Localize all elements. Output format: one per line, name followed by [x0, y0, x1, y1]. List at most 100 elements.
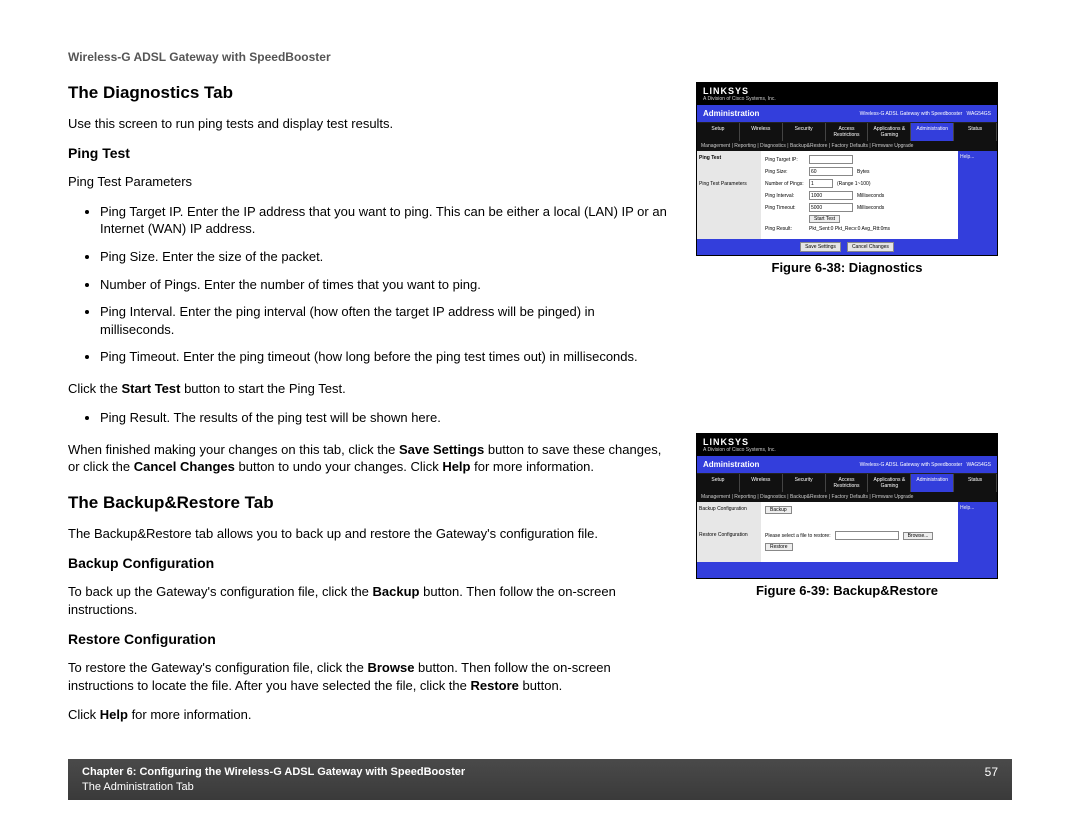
- t: Backup: [373, 584, 420, 599]
- t: To restore the Gateway's configuration f…: [68, 660, 367, 675]
- ping-target-input[interactable]: [809, 155, 853, 164]
- ping-form: Ping Target IP: Ping Size:Bytes Number o…: [761, 151, 958, 239]
- tab-wireless[interactable]: Wireless: [740, 123, 783, 141]
- backuprestore-panel: LINKSYS A Division of Cisco Systems, Inc…: [696, 433, 998, 579]
- t: button.: [519, 678, 562, 693]
- t: for more information.: [128, 707, 252, 722]
- backup-config-heading: Backup Configuration: [68, 554, 668, 573]
- bullet: Ping Size. Enter the size of the packet.: [100, 248, 668, 266]
- lbl: Ping Interval:: [765, 193, 805, 199]
- start-test-button[interactable]: Start Test: [809, 215, 840, 223]
- restore-button[interactable]: Restore: [765, 543, 793, 551]
- ping-size-input[interactable]: [809, 167, 853, 176]
- lbl: Number of Pings:: [765, 181, 805, 187]
- panel-sidebar: Ping Test Ping Test Parameters: [697, 151, 761, 239]
- panel-tabs: Setup Wireless Security Access Restricti…: [697, 122, 997, 141]
- help-panel: Help...: [958, 151, 997, 239]
- t: Save Settings: [399, 442, 484, 457]
- figure-backuprestore: LINKSYS A Division of Cisco Systems, Inc…: [696, 433, 998, 598]
- br-title: The Backup&Restore Tab: [68, 492, 668, 515]
- tab-security[interactable]: Security: [783, 123, 826, 141]
- ping-bullets-1: Ping Target IP. Enter the IP address tha…: [68, 203, 668, 366]
- lbl: Ping Size:: [765, 169, 805, 175]
- tab-access[interactable]: Access Restrictions: [826, 474, 869, 492]
- section-label: Administration: [703, 460, 759, 469]
- br-form: Backup Please select a file to restore: B…: [761, 502, 958, 562]
- tab-administration[interactable]: Administration: [911, 474, 954, 492]
- bullet: Ping Interval. Enter the ping interval (…: [100, 303, 668, 338]
- t: Help: [442, 459, 470, 474]
- t: button to undo your changes. Click: [235, 459, 442, 474]
- panel-topbar: LINKSYS A Division of Cisco Systems, Inc…: [697, 83, 997, 105]
- footer-line1: Chapter 6: Configuring the Wireless-G AD…: [82, 765, 465, 779]
- model: WAG54GS: [966, 111, 991, 117]
- tab-security[interactable]: Security: [783, 474, 826, 492]
- linksys-sub: A Division of Cisco Systems, Inc.: [703, 447, 991, 453]
- br-intro: The Backup&Restore tab allows you to bac…: [68, 525, 668, 543]
- linksys-sub: A Division of Cisco Systems, Inc.: [703, 96, 991, 102]
- fig38-caption: Figure 6-38: Diagnostics: [696, 260, 998, 275]
- bullet: Ping Result. The results of the ping tes…: [100, 409, 668, 427]
- panel-subtabs: Management | Reporting | Diagnostics | B…: [697, 141, 997, 151]
- linksys-logo: LINKSYS: [703, 86, 991, 96]
- t: Help: [100, 707, 128, 722]
- model: WAG54GS: [966, 462, 991, 468]
- t: Start Test: [121, 381, 180, 396]
- help-panel: Help...: [958, 502, 997, 562]
- ping-num-input[interactable]: [809, 179, 833, 188]
- panel-subtabs: Management | Reporting | Diagnostics | B…: [697, 492, 997, 502]
- restore-line: To restore the Gateway's configuration f…: [68, 659, 668, 694]
- gw-name: Wireless-G ADSL Gateway with Speedbooste…: [860, 462, 963, 468]
- panel-sidebar: Backup Configuration Restore Configurati…: [697, 502, 761, 562]
- main-column: The Diagnostics Tab Use this screen to r…: [68, 82, 668, 736]
- side-column: LINKSYS A Division of Cisco Systems, Inc…: [696, 82, 998, 736]
- help-line: Click Help for more information.: [68, 706, 668, 724]
- save-settings-button[interactable]: Save Settings: [800, 242, 841, 252]
- tab-wireless[interactable]: Wireless: [740, 474, 783, 492]
- ping-interval-input[interactable]: [809, 191, 853, 200]
- panel-body: Ping Test Ping Test Parameters Ping Targ…: [697, 151, 997, 239]
- page-number: 57: [985, 765, 998, 779]
- t: button to start the Ping Test.: [180, 381, 345, 396]
- tab-apps[interactable]: Applications & Gaming: [868, 123, 911, 141]
- panel-topbar: LINKSYS A Division of Cisco Systems, Inc…: [697, 434, 997, 456]
- diag-intro: Use this screen to run ping tests and di…: [68, 115, 668, 133]
- linksys-logo: LINKSYS: [703, 437, 991, 447]
- t: Browse: [367, 660, 414, 675]
- t: Restore: [471, 678, 519, 693]
- side-sub: Ping Test Parameters: [699, 181, 759, 187]
- cancel-changes-button[interactable]: Cancel Changes: [847, 242, 894, 252]
- figure-diagnostics: LINKSYS A Division of Cisco Systems, Inc…: [696, 82, 998, 275]
- tab-setup[interactable]: Setup: [697, 474, 740, 492]
- lbl: Ping Timeout:: [765, 205, 805, 211]
- restore-file-input[interactable]: [835, 531, 899, 540]
- tab-setup[interactable]: Setup: [697, 123, 740, 141]
- t: When finished making your changes on thi…: [68, 442, 399, 457]
- tab-status[interactable]: Status: [954, 474, 997, 492]
- tab-apps[interactable]: Applications & Gaming: [868, 474, 911, 492]
- start-test-line: Click the Start Test button to start the…: [68, 380, 668, 398]
- save-settings-line: When finished making your changes on thi…: [68, 441, 668, 476]
- gw-name: Wireless-G ADSL Gateway with Speedbooste…: [860, 111, 963, 117]
- lbl: Ping Target IP:: [765, 157, 805, 163]
- u: (Range 1~100): [837, 181, 871, 187]
- panel-body: Backup Configuration Restore Configurati…: [697, 502, 997, 562]
- footer-line2: The Administration Tab: [82, 780, 465, 794]
- page-header: Wireless-G ADSL Gateway with SpeedBooste…: [68, 50, 1012, 64]
- ping-timeout-input[interactable]: [809, 203, 853, 212]
- tab-administration[interactable]: Administration: [911, 123, 954, 141]
- restore-prompt: Please select a file to restore:: [765, 533, 831, 539]
- tab-status[interactable]: Status: [954, 123, 997, 141]
- side-label: Backup Configuration: [699, 506, 759, 512]
- t: To back up the Gateway's configuration f…: [68, 584, 373, 599]
- browse-button[interactable]: Browse...: [903, 532, 934, 540]
- tab-access[interactable]: Access Restrictions: [826, 123, 869, 141]
- t: for more information.: [470, 459, 594, 474]
- bullet: Ping Timeout. Enter the ping timeout (ho…: [100, 348, 668, 366]
- section-label: Administration: [703, 109, 759, 118]
- diag-title: The Diagnostics Tab: [68, 82, 668, 105]
- ping-bullets-2: Ping Result. The results of the ping tes…: [68, 409, 668, 427]
- panel-titlebar: Administration Wireless-G ADSL Gateway w…: [697, 456, 997, 473]
- panel-titlebar: Administration Wireless-G ADSL Gateway w…: [697, 105, 997, 122]
- backup-button[interactable]: Backup: [765, 506, 792, 514]
